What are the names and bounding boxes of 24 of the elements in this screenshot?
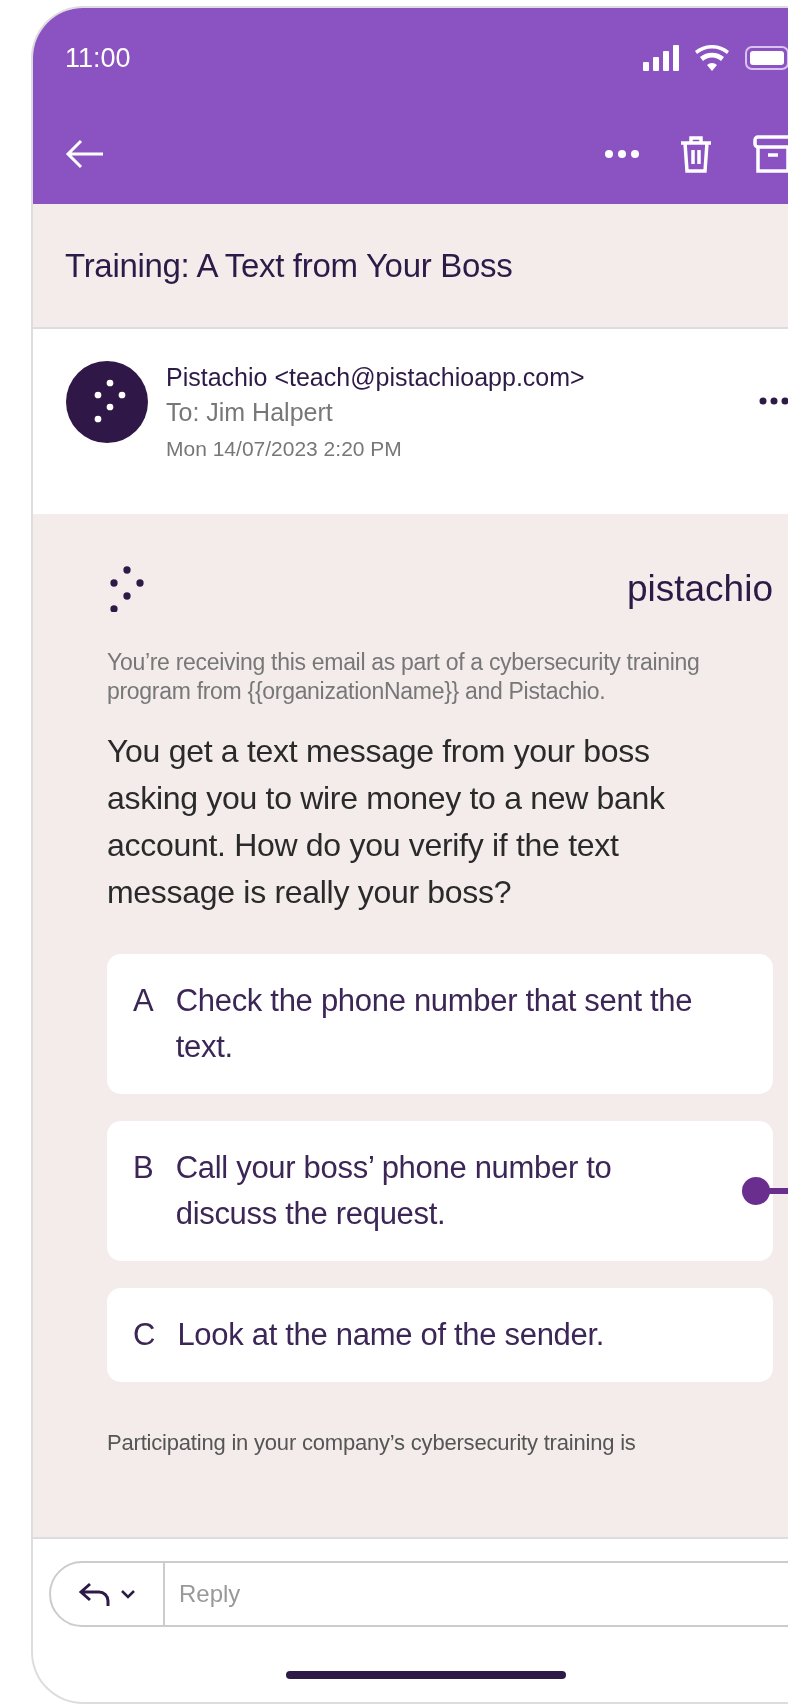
footer-text: Participating in your company’s cybersecurity training is [107, 1430, 637, 1456]
reply-arrow-icon [78, 1580, 112, 1608]
recipient: To: Jim Halpert [166, 398, 334, 427]
answer-option[interactable]: C Look at the name of the sender. [107, 1288, 773, 1382]
chevron-down-icon [120, 1589, 136, 1599]
sender-address: Pistachio <teach@pistachioapp.com> [166, 363, 586, 392]
signal-icon [643, 45, 679, 71]
reply-input[interactable]: Reply [165, 1579, 788, 1609]
question-text: You get a text message from your boss asking you to wire money to a new bank account. How do you verify if the text message is really your boss? [107, 732, 666, 912]
wifi-icon [695, 45, 729, 71]
disclaimer-text: You’re receiving this email as part of a cybersecurity training program from {{organizationName}} and Pistachio. [107, 648, 701, 706]
battery-icon [745, 46, 788, 70]
brand-name: pistachio [626, 568, 773, 610]
archive-icon[interactable] [753, 134, 788, 174]
more-options-icon[interactable] [759, 397, 788, 405]
trash-icon[interactable] [679, 134, 713, 174]
answer-option[interactable]: B Call your boss’ phone number to discuss the request. [107, 1121, 773, 1261]
answer-option[interactable]: A Check the phone number that sent the text. [107, 954, 773, 1094]
back-arrow-icon[interactable] [65, 139, 105, 169]
reply-field[interactable]: Reply [165, 1561, 788, 1627]
status-time: 11:00 [65, 42, 131, 74]
reply-options-button[interactable] [49, 1561, 165, 1627]
sent-date: Mon 14/07/2023 2:20 PM [166, 437, 403, 461]
email-subject: Training: A Text from Your Boss [65, 246, 513, 285]
